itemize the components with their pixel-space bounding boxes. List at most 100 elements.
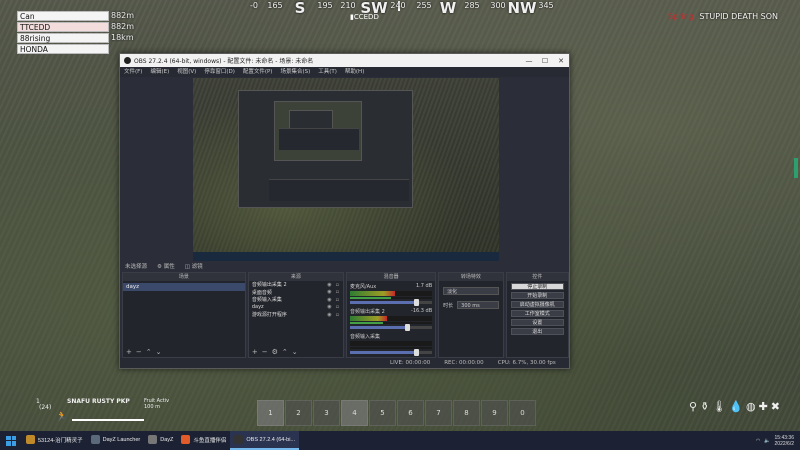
taskbar-app-label: OBS 27.2.4 (64-bi... (246, 436, 296, 443)
duration-input[interactable]: 300 ms (457, 301, 499, 309)
broken-bones-icon: ✖ (770, 400, 780, 413)
volume-slider[interactable] (349, 299, 433, 306)
volume-icon[interactable]: 🔈 (764, 438, 770, 444)
quickbar-slot[interactable]: 9 (481, 400, 508, 426)
add-source-icon[interactable]: + (252, 348, 258, 356)
taskbar-app[interactable]: 53124-治门精灵子 (22, 431, 87, 450)
compass-mark: 255 (416, 1, 432, 10)
lock-icon[interactable]: ▫ (336, 297, 339, 303)
stamina-bar (72, 419, 144, 421)
lock-icon[interactable]: ▫ (336, 289, 339, 295)
quickbar-slot[interactable]: 8 (453, 400, 480, 426)
player-name: 88rising (17, 32, 109, 43)
menu-item[interactable]: 编辑(E) (150, 67, 169, 77)
move-up-icon[interactable]: ⌃ (282, 348, 288, 356)
source-item[interactable]: 音频输出采集 2 ◉ ▫ (249, 281, 343, 289)
source-item[interactable]: dayz ◉ ▫ (249, 304, 343, 312)
source-label: 桌面音频 (251, 289, 272, 296)
obs-logo-icon (124, 57, 131, 64)
quickbar-slot[interactable]: 5 (369, 400, 396, 426)
quickbar-slot[interactable]: 4 (341, 400, 368, 426)
duration-label: 时长 (443, 302, 454, 309)
ammo-reserve: (24) (39, 404, 52, 411)
obs-preview-canvas[interactable] (193, 78, 499, 261)
source-label: 游戏源打开程序 (251, 312, 287, 319)
menu-item[interactable]: 配置文件(P) (243, 67, 273, 77)
control-button[interactable]: 停止录制 (510, 282, 564, 290)
menu-item[interactable]: 文件(F) (124, 67, 142, 77)
menu-item[interactable]: 场景集合(S) (280, 67, 310, 77)
network-icon[interactable]: ◠ (756, 438, 760, 444)
lock-icon[interactable]: ▫ (336, 312, 339, 318)
volume-slider[interactable] (349, 324, 433, 331)
mixer-track: 音频输出采集 2 -16.3 dB (349, 308, 433, 331)
volume-slider-knob[interactable] (414, 299, 420, 306)
source-item[interactable]: 音频输入采集 ◉ ▫ (249, 296, 343, 304)
lock-icon[interactable]: ▫ (336, 304, 339, 310)
quickbar-slot[interactable]: 3 (313, 400, 340, 426)
transition-type-row: 淡化 (443, 287, 499, 295)
minimize-button[interactable]: — (521, 57, 537, 65)
volume-slider-knob[interactable] (414, 349, 420, 356)
obs-titlebar[interactable]: OBS 27.2.4 (64-bit, windows) - 配置文件: 未命名… (120, 54, 569, 67)
close-button[interactable]: ✕ (553, 57, 569, 65)
menu-item[interactable]: 帮助(H) (345, 67, 364, 77)
source-list: 音频输出采集 2 ◉ ▫ 桌面音频 ◉ ▫ 音频输入采集 ◉ ▫ dayz ◉ ▫ 游戏源打开程序 ◉ ▫ (249, 281, 343, 319)
quickbar-slot[interactable]: 7 (425, 400, 452, 426)
taskbar-app[interactable]: 斗鱼直播伴侣 (177, 431, 230, 450)
app-icon (148, 435, 158, 444)
volume-meter-secondary (349, 322, 433, 324)
visibility-eye-icon[interactable]: ◉ (327, 297, 331, 303)
volume-slider[interactable] (349, 349, 433, 356)
filters-button[interactable]: ◫ 滤镜 (185, 262, 203, 270)
move-up-icon[interactable]: ⌃ (146, 348, 152, 356)
scene-item[interactable]: dayz (123, 283, 245, 291)
taskbar-app[interactable]: OBS 27.2.4 (64-bi... (230, 431, 300, 450)
app-icon (26, 435, 35, 444)
clock-date: 2022/6/2 (774, 440, 794, 447)
volume-slider-knob[interactable] (404, 324, 410, 331)
properties-button[interactable]: ⚙ 属性 (157, 262, 175, 270)
player-row: Can 882m (17, 10, 134, 21)
blood-icon: ⚱ (700, 400, 710, 413)
control-button[interactable]: 退出 (510, 327, 564, 335)
rec-timer: REC: 00:00:00 (444, 360, 484, 366)
app-icon (234, 435, 244, 444)
quickbar-slot[interactable]: 6 (397, 400, 424, 426)
add-scene-icon[interactable]: + (126, 348, 132, 356)
control-button[interactable]: 启动虚拟摄像机 (510, 300, 564, 308)
remove-scene-icon[interactable]: − (136, 348, 142, 356)
taskbar-app[interactable]: DayZ Launcher (87, 431, 145, 450)
visibility-eye-icon[interactable]: ◉ (327, 282, 331, 288)
menu-item[interactable]: 停靠窗口(D) (204, 67, 235, 77)
source-item[interactable]: 桌面音频 ◉ ▫ (249, 289, 343, 297)
obs-docks: 场景 dayz + − ⌃ ⌄ 来源 音频输出采集 2 ◉ ▫ 桌面音频 ◉ ▫ 音频输入采… (122, 272, 569, 358)
visibility-eye-icon[interactable]: ◉ (327, 289, 331, 295)
quickbar-slot[interactable]: 0 (509, 400, 536, 426)
transition-duration-row: 时长 300 ms (443, 301, 499, 309)
lock-icon[interactable]: ▫ (336, 282, 339, 288)
transition-type-select[interactable]: 淡化 (443, 287, 499, 295)
remove-source-icon[interactable]: − (262, 348, 268, 356)
menu-item[interactable]: 视图(V) (177, 67, 196, 77)
visibility-eye-icon[interactable]: ◉ (327, 312, 331, 318)
control-button[interactable]: 开始录制 (510, 291, 564, 299)
control-button[interactable]: 设置 (510, 318, 564, 326)
source-item[interactable]: 游戏源打开程序 ◉ ▫ (249, 311, 343, 319)
taskbar-app-label: 53124-治门精灵子 (38, 437, 83, 444)
source-settings-icon[interactable]: ⚙ (272, 348, 278, 356)
taskbar-app[interactable]: DayZ (144, 431, 177, 450)
visibility-eye-icon[interactable]: ◉ (327, 304, 331, 310)
quickbar-slot[interactable]: 2 (285, 400, 312, 426)
volume-slider-fill (349, 301, 418, 304)
clock[interactable]: 15:43:36 2022/6/2 (775, 435, 794, 447)
maximize-button[interactable]: ☐ (537, 57, 553, 65)
menu-item[interactable]: 工具(T) (318, 67, 337, 77)
quickbar-slot[interactable]: 1 (257, 400, 284, 426)
control-button[interactable]: 工作室模式 (510, 309, 564, 317)
move-down-icon[interactable]: ⌄ (156, 348, 162, 356)
start-button[interactable] (0, 431, 22, 450)
move-down-icon[interactable]: ⌄ (292, 348, 298, 356)
obs-window[interactable]: OBS 27.2.4 (64-bit, windows) - 配置文件: 未命名… (119, 53, 570, 369)
windows-logo-icon (6, 435, 16, 446)
